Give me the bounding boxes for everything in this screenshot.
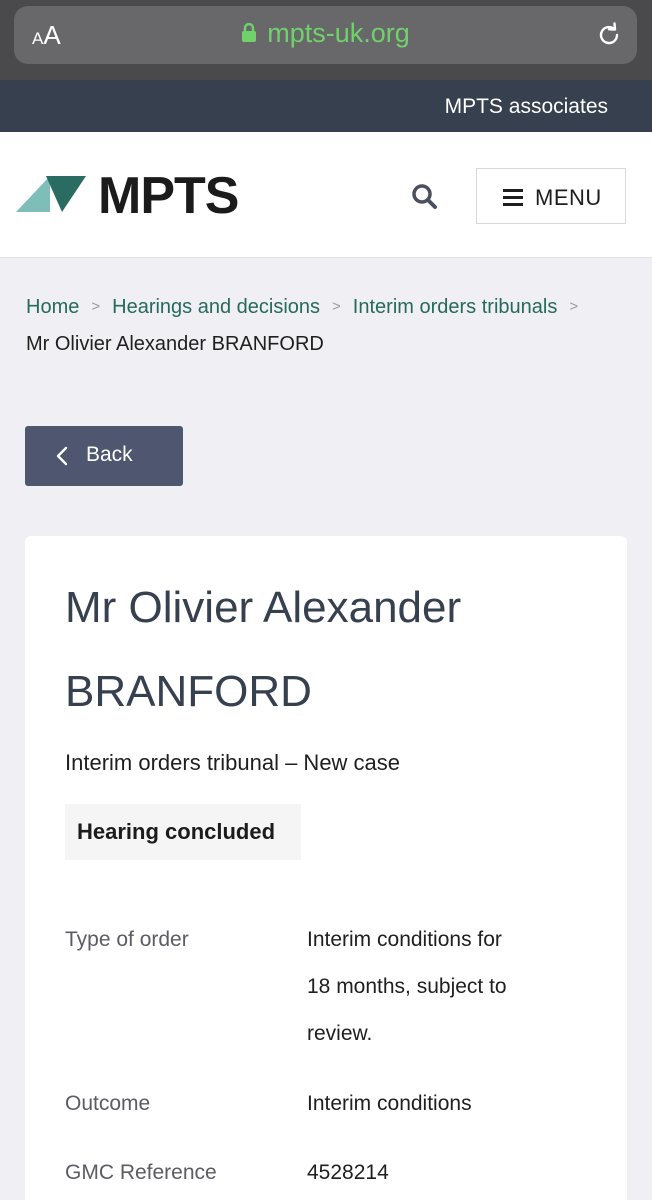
detail-value: Interim conditions for 18 months, subjec… xyxy=(307,928,507,1045)
breadcrumb-interim-orders[interactable]: Interim orders tribunals xyxy=(353,296,558,318)
url-text: mpts-uk.org xyxy=(267,18,410,48)
detail-value: 4528214 xyxy=(307,1161,389,1184)
status-badge: Hearing concluded xyxy=(65,804,301,860)
url-display[interactable]: mpts-uk.org xyxy=(14,18,637,49)
detail-label: Outcome xyxy=(65,1092,151,1115)
detail-row-gmc-reference: GMC Reference 4528214 xyxy=(65,1149,585,1200)
utility-bar: MPTS associates xyxy=(0,80,652,132)
search-button[interactable] xyxy=(406,178,444,216)
breadcrumb-separator: > xyxy=(569,298,579,315)
site-header: MPTS MENU xyxy=(0,132,652,258)
breadcrumb-home[interactable]: Home xyxy=(26,296,79,318)
mpts-logo[interactable]: MPTS xyxy=(16,167,239,225)
reload-icon[interactable] xyxy=(595,21,623,54)
breadcrumb-separator: > xyxy=(91,298,101,315)
hamburger-icon xyxy=(503,189,523,206)
logo-mark-icon xyxy=(16,176,86,212)
back-label: Back xyxy=(86,443,133,466)
breadcrumb-current: Mr Olivier Alexander BRANFORD xyxy=(26,333,324,355)
breadcrumb-hearings[interactable]: Hearings and decisions xyxy=(112,296,320,318)
menu-button[interactable]: MENU xyxy=(476,168,626,224)
lock-icon xyxy=(241,23,257,43)
menu-label: MENU xyxy=(535,185,602,210)
breadcrumb-separator: > xyxy=(332,298,341,315)
detail-row-outcome: Outcome Interim conditions xyxy=(65,1080,585,1149)
associates-link[interactable]: MPTS associates xyxy=(445,95,608,119)
chevron-left-icon xyxy=(56,446,68,466)
case-details: Type of order Interim conditions for 18 … xyxy=(65,916,585,1200)
breadcrumb: Home > Hearings and decisions > Interim orde… xyxy=(26,282,626,356)
status-text: Hearing concluded xyxy=(77,819,276,844)
case-title-line: Mr Olivier Alexander xyxy=(65,583,462,632)
detail-label: GMC Reference xyxy=(65,1161,217,1184)
address-bar[interactable]: AA mpts-uk.org xyxy=(14,6,637,64)
case-title: Mr Olivier Alexander BRANFORD xyxy=(65,566,585,734)
back-button[interactable]: Back xyxy=(25,426,183,486)
logo-text: MPTS xyxy=(98,167,239,225)
case-title-line: BRANFORD xyxy=(65,667,312,716)
detail-row-type-of-order: Type of order Interim conditions for 18 … xyxy=(65,916,585,1080)
case-card: Mr Olivier Alexander BRANFORD Interim or… xyxy=(25,536,627,1200)
detail-value: Interim conditions xyxy=(307,1092,472,1115)
detail-label: Type of order xyxy=(65,928,189,951)
search-icon xyxy=(412,184,437,209)
case-subtitle: Interim orders tribunal – New case xyxy=(65,750,401,775)
browser-toolbar: AA mpts-uk.org xyxy=(0,0,652,80)
